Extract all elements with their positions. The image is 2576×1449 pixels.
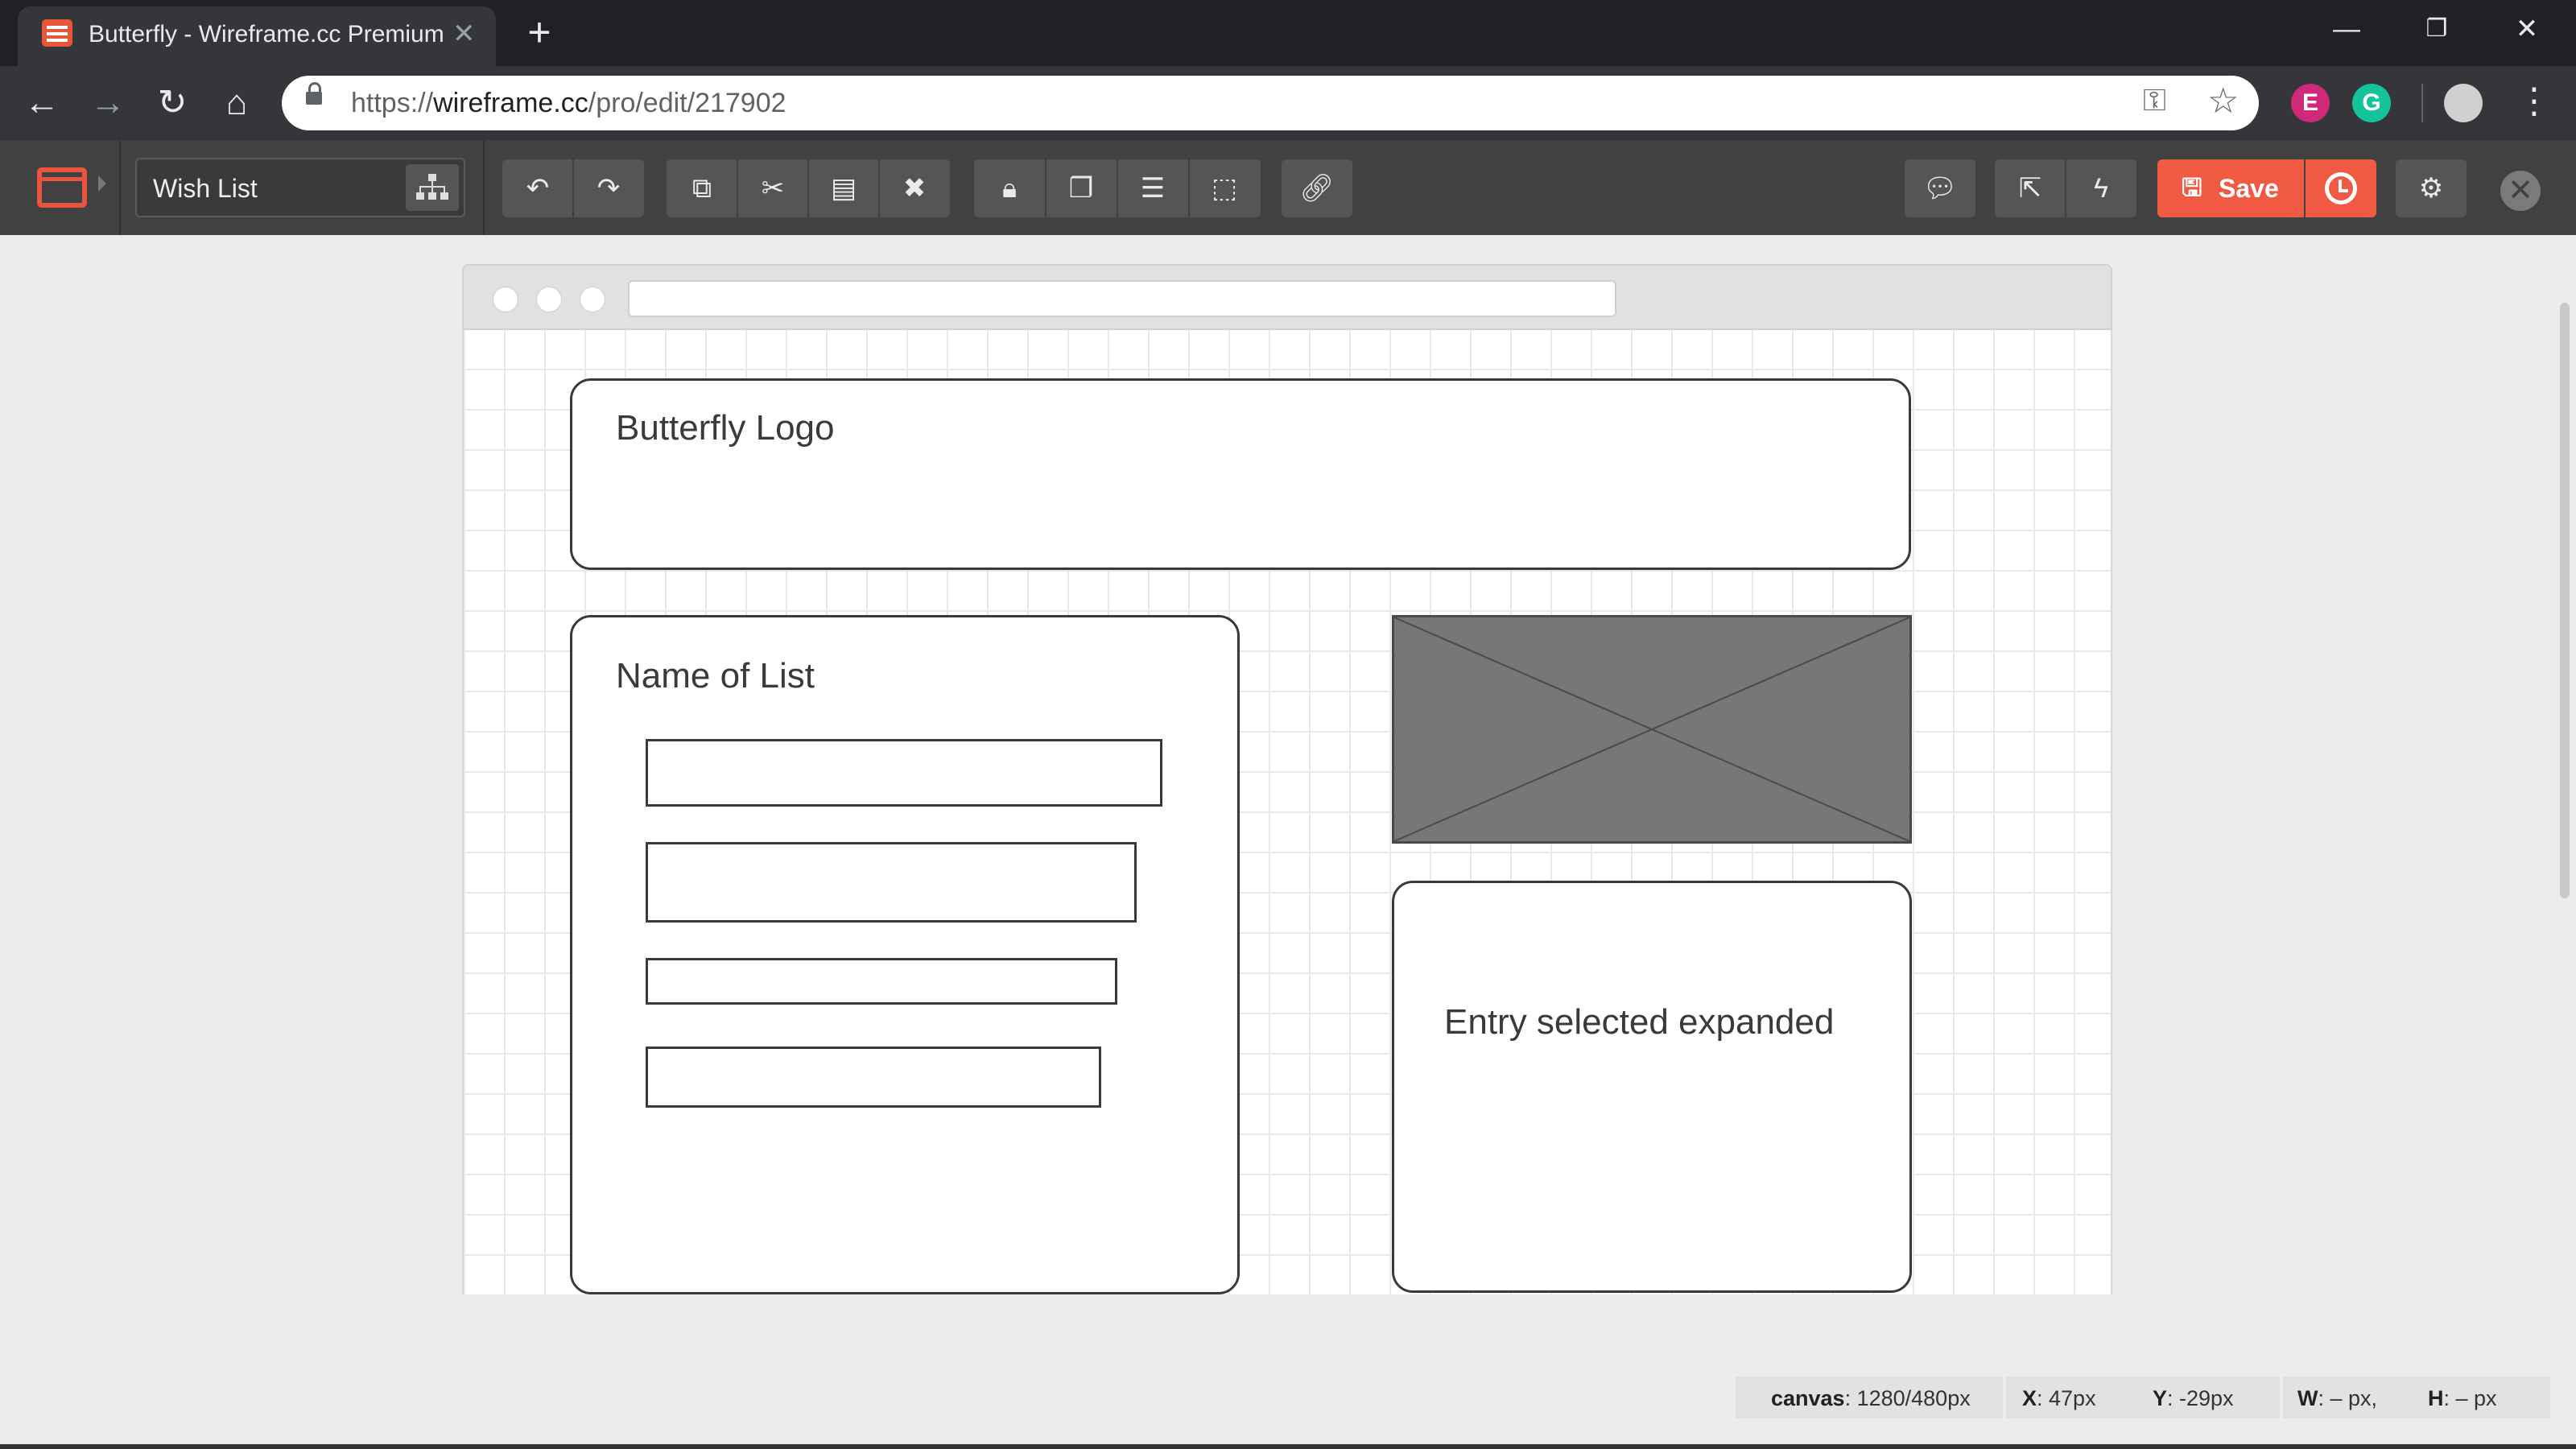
paste-icon[interactable]: ▤ xyxy=(808,159,879,217)
grammarly-icon[interactable]: G xyxy=(2352,84,2391,122)
redo-icon[interactable]: ↷ xyxy=(573,159,644,217)
image-placeholder-cross-icon xyxy=(1394,617,1909,841)
editor-toolbar: Wish List ↶ ↷ ⧉ ✂ ▤ ✖ 🔒︎ ❐ ☰ ⬚ 🔗︎ 💬︎ ⇱ ϟ… xyxy=(0,140,2576,235)
list-title: Name of List xyxy=(616,656,815,696)
list-item[interactable] xyxy=(646,842,1137,923)
width-readout: W: – px, xyxy=(2297,1386,2377,1411)
wireframe-favicon-icon xyxy=(42,19,72,47)
minimize-button[interactable]: — xyxy=(2310,5,2383,53)
undo-icon[interactable]: ↶ xyxy=(502,159,573,217)
browser-navbar: ← → ↻ ⌂ https://wireframe.cc/pro/edit/21… xyxy=(0,66,2576,140)
tab-close-icon[interactable]: ✕ xyxy=(452,18,476,50)
quick-icon[interactable]: ϟ xyxy=(2066,159,2136,217)
back-icon[interactable]: ← xyxy=(19,80,64,126)
url-domain: wireframe.cc xyxy=(433,88,588,118)
tab-strip: Butterfly - Wireframe.cc Premium ✕ + — ❐… xyxy=(0,0,2576,66)
w-value: : – px, xyxy=(2318,1386,2378,1410)
image-placeholder[interactable] xyxy=(1392,615,1912,844)
canvas-key: canvas xyxy=(1771,1386,1845,1410)
w-key: W xyxy=(2297,1386,2318,1410)
canvas-size-readout: canvas: 1280/480px xyxy=(1771,1386,1971,1411)
h-value: : – px xyxy=(2443,1386,2497,1410)
wireframe-logo-icon[interactable] xyxy=(37,167,87,208)
sitemap-icon xyxy=(416,174,448,200)
frame-titlebar xyxy=(462,264,2112,330)
floppy-disk-icon: 🖫︎ xyxy=(2182,175,2202,201)
separator xyxy=(2280,1377,2283,1418)
key-icon[interactable]: ⚿ xyxy=(2143,84,2166,118)
x-key: X xyxy=(2022,1386,2037,1410)
save-label: Save xyxy=(2219,174,2279,203)
avatar[interactable] xyxy=(2444,84,2483,122)
url-text[interactable]: https://wireframe.cc/pro/edit/217902 xyxy=(351,88,786,119)
y-readout: Y: -29px xyxy=(2153,1386,2234,1411)
x-value: : 47px xyxy=(2037,1386,2096,1410)
sitemap-button[interactable] xyxy=(406,164,459,211)
h-key: H xyxy=(2428,1386,2444,1410)
forward-icon[interactable]: → xyxy=(85,80,130,126)
frame-dot xyxy=(580,287,605,312)
cut-icon[interactable]: ✂ xyxy=(737,159,808,217)
comment-icon[interactable]: 💬︎ xyxy=(1905,159,1975,217)
separator xyxy=(2003,1377,2006,1418)
link-icon[interactable]: 🔗︎ xyxy=(1282,159,1352,217)
reload-icon[interactable]: ↻ xyxy=(150,80,195,126)
height-readout: H: – px xyxy=(2428,1386,2497,1411)
group-icon[interactable]: ⬚ xyxy=(1189,159,1260,217)
document-title[interactable]: Wish List xyxy=(153,174,258,204)
address-bar[interactable]: https://wireframe.cc/pro/edit/217902 ⚿ ☆ xyxy=(282,76,2259,130)
extension-e-icon[interactable]: E xyxy=(2291,84,2330,122)
window-bottom-edge xyxy=(0,1444,2576,1449)
toolbar-divider xyxy=(119,140,121,235)
frame-dot xyxy=(493,287,518,312)
y-value: : -29px xyxy=(2167,1386,2234,1410)
toolbar-divider xyxy=(2421,84,2423,122)
document-title-field[interactable]: Wish List xyxy=(135,158,465,217)
lock-icon[interactable]: 🔒︎ xyxy=(974,159,1045,217)
canvas-value: : 1280/480px xyxy=(1844,1386,1971,1410)
browser-menu-icon[interactable]: ⋮ xyxy=(2516,80,2552,122)
browser-tab[interactable]: Butterfly - Wireframe.cc Premium ✕ xyxy=(18,6,496,66)
list-item[interactable] xyxy=(646,739,1162,807)
save-button[interactable]: 🖫︎ Save xyxy=(2157,159,2304,217)
align-icon[interactable]: ☰ xyxy=(1117,159,1188,217)
frame-address-field xyxy=(628,280,1616,317)
preview-icon[interactable]: ⇱ xyxy=(1995,159,2066,217)
detail-panel[interactable]: Entry selected expanded xyxy=(1392,881,1912,1293)
tab-title: Butterfly - Wireframe.cc Premium xyxy=(89,21,444,47)
vertical-scrollbar[interactable] xyxy=(2560,303,2570,898)
bookmark-star-icon[interactable]: ☆ xyxy=(2207,80,2239,122)
status-bar: canvas: 1280/480px X: 47px Y: -29px W: –… xyxy=(1736,1377,2550,1418)
settings-gears-icon[interactable]: ⚙ xyxy=(2396,159,2467,217)
y-key: Y xyxy=(2153,1386,2168,1410)
new-tab-button[interactable]: + xyxy=(515,10,564,58)
caret-right-icon[interactable] xyxy=(98,175,106,192)
window-close-button[interactable]: ✕ xyxy=(2491,5,2563,53)
list-item[interactable] xyxy=(646,1046,1101,1108)
duplicate-icon[interactable]: ⧉ xyxy=(667,159,737,217)
close-editor-icon[interactable]: ✕ xyxy=(2500,171,2541,211)
header-box[interactable]: Butterfly Logo xyxy=(570,378,1911,570)
restore-button[interactable]: ❐ xyxy=(2401,5,2473,53)
arrange-icon[interactable]: ❐ xyxy=(1046,159,1117,217)
list-panel[interactable]: Name of List xyxy=(570,615,1240,1294)
url-path: /pro/edit/217902 xyxy=(588,88,786,118)
url-scheme: https:// xyxy=(351,88,434,118)
detail-label: Entry selected expanded xyxy=(1444,1002,1835,1042)
frame-dot xyxy=(536,287,562,312)
x-readout: X: 47px xyxy=(2022,1386,2096,1411)
delete-icon[interactable]: ✖ xyxy=(879,159,950,217)
home-icon[interactable]: ⌂ xyxy=(214,80,259,126)
version-history-button[interactable] xyxy=(2306,159,2376,217)
lock-icon[interactable] xyxy=(306,82,322,105)
toolbar-divider xyxy=(483,140,485,235)
header-label: Butterfly Logo xyxy=(616,408,835,448)
list-item[interactable] xyxy=(646,958,1117,1005)
clock-icon xyxy=(2325,172,2357,204)
